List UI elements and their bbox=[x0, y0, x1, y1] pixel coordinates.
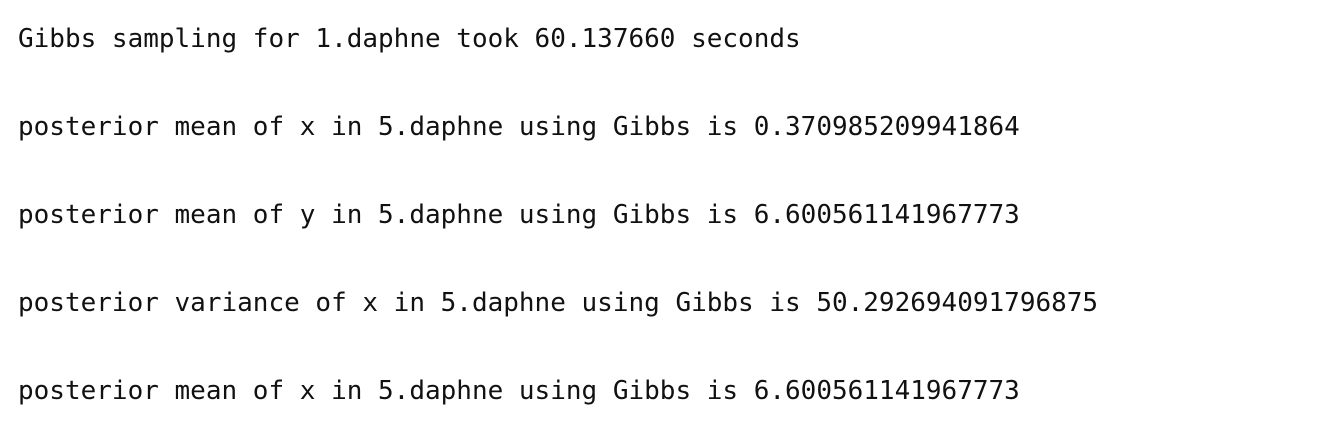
console-line-timing: Gibbs sampling for 1.daphne took 60.1376… bbox=[18, 24, 801, 54]
console-line-posterior-mean-y: posterior mean of y in 5.daphne using Gi… bbox=[18, 200, 1020, 230]
console-line-posterior-mean-x-2: posterior mean of x in 5.daphne using Gi… bbox=[18, 376, 1020, 406]
console-line-posterior-mean-x: posterior mean of x in 5.daphne using Gi… bbox=[18, 112, 1020, 142]
console-line-posterior-variance-x: posterior variance of x in 5.daphne usin… bbox=[18, 288, 1099, 318]
